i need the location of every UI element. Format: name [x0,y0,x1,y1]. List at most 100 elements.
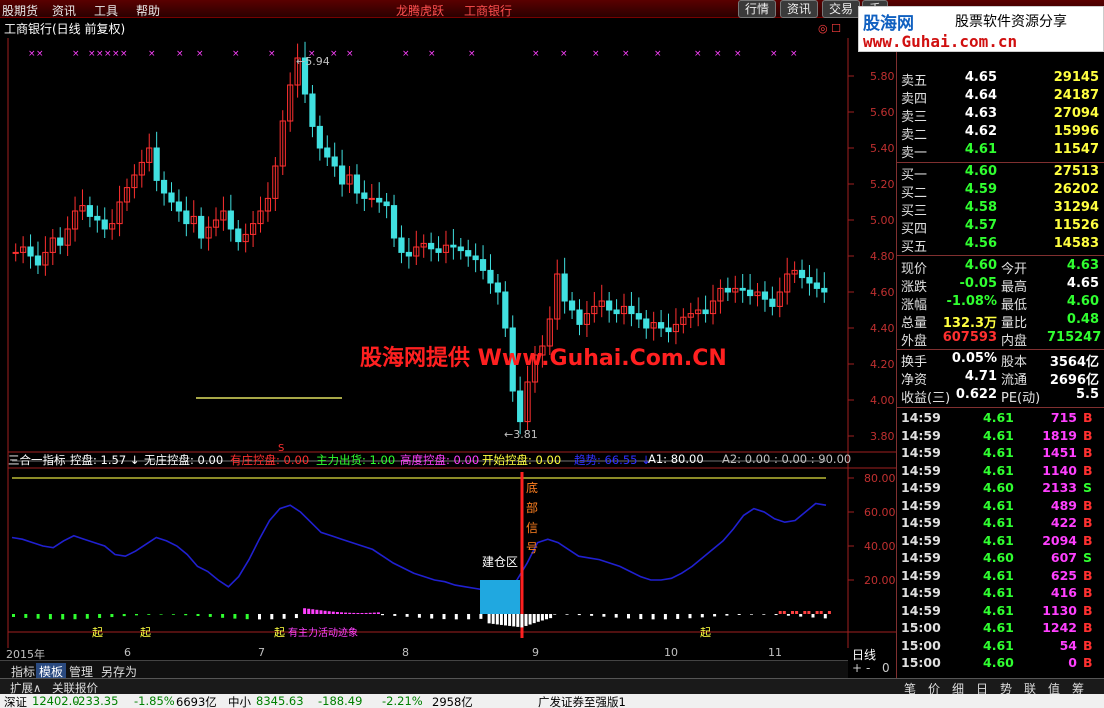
tick-side: B [1083,585,1093,600]
stat-value: 4.63 [1066,258,1099,273]
hist-bar [85,614,89,619]
row-label: 买二 [901,186,928,201]
top-marker: × [428,49,436,59]
panel-tab[interactable]: 日 [976,680,988,697]
quote-stat2: 净资 4.71 流通 2696亿 [897,369,1104,388]
tick-price: 4.61 [983,410,1014,425]
bottom-signal-char: 底 [526,480,538,495]
hist-bar [36,614,40,619]
divider [897,407,1104,408]
top-marker: × [592,49,600,59]
top-marker: × [694,49,702,59]
news-button[interactable]: 资讯 [780,0,819,18]
row-label: 买五 [901,240,928,255]
reset-button[interactable]: 0 [882,661,890,675]
ind-axis-label: 40.00 [864,540,896,553]
hist-bar [762,614,766,615]
row-label: 买四 [901,222,928,237]
divider [897,349,1104,350]
top-marker: × [308,49,316,59]
price-label: 3.80 [870,430,895,443]
panel-tab[interactable]: 细 [952,680,964,697]
tick-volume: 2133 [1042,480,1077,495]
hist-bar [303,608,307,614]
menu-center-item-1[interactable]: 龙腾虎跃 [396,2,444,19]
candle-body [227,210,234,230]
row-label: 买一 [901,168,928,183]
candle-body [383,201,390,207]
row-label: 卖二 [901,128,928,143]
panel-tab[interactable]: 价 [928,680,940,697]
candle-body [502,291,509,329]
trade-button[interactable]: 交易 [822,0,861,18]
top-marker: × [402,49,410,59]
buy-level: 买五 4.56 14583 [897,236,1104,255]
menu-item-tools[interactable]: 工具 [94,2,118,19]
tick-time: 15:00 [901,620,941,635]
window-controls[interactable]: ◎ ☐ [818,22,841,35]
status-item: -2.21% [382,694,423,708]
candle-body [702,309,709,315]
hist-bar [532,614,536,624]
stat-value: 4.60 [1066,294,1099,309]
stat-label: 涨跌 [901,280,928,295]
hist-bar [208,614,212,617]
candle-body [316,125,323,149]
menu-item-news[interactable]: 资讯 [52,2,76,19]
panel-tab[interactable]: 笔 [904,680,916,697]
hist-bar [319,610,323,614]
panel-tab[interactable]: 势 [1000,680,1012,697]
tick-volume: 1242 [1042,620,1077,635]
tick-volume: 1451 [1042,445,1077,460]
candle-body [450,244,457,248]
hist-bar [795,611,799,614]
price-label: 5.80 [870,70,895,83]
hist-bar [405,614,409,617]
hist-bar [516,614,520,627]
tick-volume: 715 [1050,410,1077,425]
indicator-name[interactable]: 三合一指标 [8,452,66,468]
stat-value: 607593 [942,330,997,345]
candle-body [806,277,813,284]
status-item: -188.49 [318,694,363,708]
menu-item-futures[interactable]: 股期货 [2,2,38,19]
tick-time: 14:59 [901,427,941,443]
candlesticks: ←5.94←3.81S× × × × × × × × × × × × × × × × × × × × × × × × × × × × × [12,41,828,454]
hist-bar [512,614,516,627]
zoom-out-button[interactable]: - [866,661,870,675]
low-price-label: ←3.81 [504,428,538,441]
stat-value: 4.60 [964,258,997,273]
panel-tab[interactable]: 值 [1048,680,1060,697]
hist-bar [73,614,77,620]
menu-item-help[interactable]: 帮助 [136,2,160,19]
top-marker: × [330,49,338,59]
top-marker: × [560,49,568,59]
ind-axis-label: 20.00 [864,574,896,587]
tick-price: 4.60 [983,550,1014,565]
candle-body [747,289,754,297]
candle-body [643,318,650,329]
candle-body [635,313,642,320]
hist-bar [614,614,618,618]
tick-time: 14:59 [901,585,941,600]
watermark: 股海网提供 Www.Guhai.Com.CN [360,346,727,371]
quote-stat2: 换手 0.05% 股本 3564亿 [897,351,1104,370]
activity-note: 有主力活动迹象 [288,626,358,639]
stat-label: 净资 [901,373,928,388]
date-tick: 7 [258,646,265,659]
candle-body [769,298,776,307]
panel-tab[interactable]: 联 [1024,680,1036,697]
buy-level: 买二 4.59 26202 [897,182,1104,201]
quote-stat: 现价 4.60 今开 4.63 [897,258,1104,277]
row-price: 4.59 [964,182,997,197]
zoom-in-button[interactable]: + [852,661,862,675]
panel-tab[interactable]: 筹 [1072,680,1084,697]
hist-bar [700,614,704,618]
tick-row: 14:59 4.60 2133 S [897,480,1104,498]
menu-center-item-2[interactable]: 工商银行 [464,2,512,19]
candle-body [613,309,620,315]
candle-body [324,147,331,158]
tick-volume: 1819 [1042,427,1077,443]
row-price: 4.64 [964,88,997,103]
quote-button[interactable]: 行情 [738,0,777,18]
